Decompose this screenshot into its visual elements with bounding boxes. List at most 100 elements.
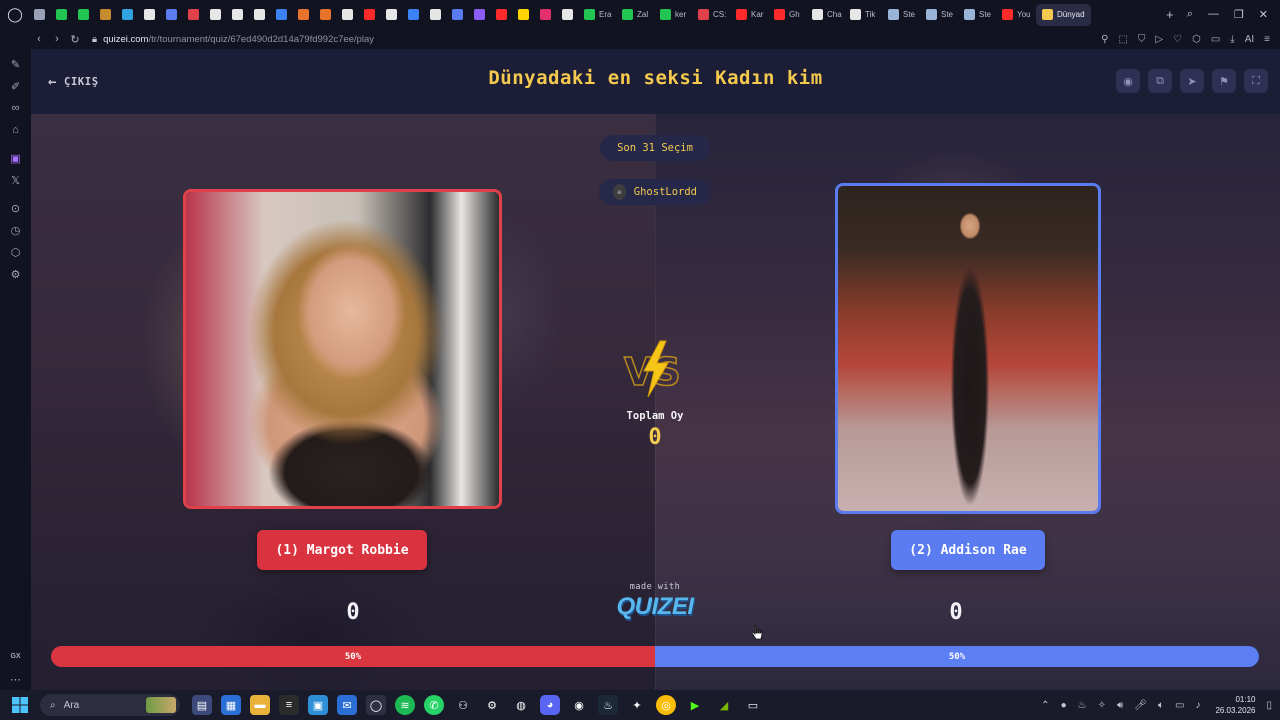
extensions-sidebar-icon[interactable]: ⬡ — [0, 241, 31, 263]
mod-icon[interactable]: ✐ — [0, 75, 31, 97]
pin-icon[interactable]: ⚲ — [1101, 34, 1108, 45]
browser-tab[interactable] — [316, 4, 338, 26]
tray-icon-1[interactable]: ● — [1061, 700, 1067, 711]
download-icon[interactable]: ⤓ — [1230, 34, 1234, 45]
steam-like-app-icon[interactable]: ⚙ — [482, 695, 502, 715]
settings-icon[interactable]: ⚙ — [0, 263, 31, 285]
option-card-right[interactable] — [835, 183, 1101, 514]
browser-tab[interactable] — [162, 4, 184, 26]
snapshot-icon[interactable]: ⬚ — [1118, 34, 1127, 45]
browser-tab[interactable] — [338, 4, 360, 26]
choose-left-button[interactable]: (1) Margot Robbie — [257, 530, 427, 570]
explorer-app-icon[interactable]: ▤ — [192, 695, 212, 715]
sound-icon[interactable]: ♪ — [1195, 700, 1200, 711]
app-icon-12[interactable]: ◉ — [569, 695, 589, 715]
tab-active[interactable]: Dünyad — [1036, 3, 1091, 26]
opera-menu-icon[interactable]: ◯ — [0, 0, 30, 29]
reload-button[interactable]: ↻ — [66, 33, 84, 46]
microphone-icon[interactable]: 🎤︎ — [1134, 700, 1147, 711]
browser-tab[interactable] — [404, 4, 426, 26]
app-icon-18[interactable]: ▭ — [743, 695, 763, 715]
flag-icon[interactable]: ⚑ — [1212, 69, 1236, 93]
forward-button[interactable]: › — [48, 33, 66, 45]
new-tab-button[interactable]: + — [1161, 7, 1179, 22]
quizei-logo[interactable]: QUIZEI — [605, 593, 705, 621]
heart-icon[interactable]: ♡ — [1173, 34, 1182, 45]
browser-tab[interactable] — [426, 4, 448, 26]
browser-tab[interactable]: Ste — [884, 4, 922, 26]
spotify-app-icon[interactable]: ≋ — [395, 695, 415, 715]
browser-tab[interactable] — [184, 4, 206, 26]
back-button[interactable]: ‹ — [30, 33, 48, 45]
creator-badge[interactable]: ☠ GhostLordd — [599, 179, 711, 205]
browser-tab[interactable]: Zal — [618, 4, 656, 26]
wallet-icon[interactable]: ▭ — [1211, 34, 1220, 45]
shield-icon[interactable]: ⛉ — [1138, 34, 1146, 45]
whatsapp-app-icon[interactable]: ✆ — [424, 695, 444, 715]
search-tabs-icon[interactable]: ⌕ — [1187, 8, 1193, 21]
browser-tab[interactable] — [470, 4, 492, 26]
browser-tab[interactable]: Ste — [922, 4, 960, 26]
tray-steam-icon[interactable]: ♨ — [1078, 700, 1087, 711]
browser-tab[interactable] — [536, 4, 558, 26]
ai-button[interactable]: AI — [1245, 34, 1254, 45]
history-icon[interactable]: ◷ — [0, 219, 31, 241]
widgets-app-icon[interactable]: ▦ — [221, 695, 241, 715]
play-icon[interactable]: ▷ — [1155, 34, 1163, 45]
store-app-icon[interactable]: ▣ — [308, 695, 328, 715]
taskbar-search[interactable]: ⌕ Ara — [40, 694, 180, 716]
browser-tab[interactable] — [206, 4, 228, 26]
browser-tab[interactable]: Era — [580, 4, 618, 26]
browser-tab[interactable]: Tik — [846, 4, 884, 26]
brush-icon[interactable]: ✎ — [0, 53, 31, 75]
eye-icon[interactable]: ◉ — [1116, 69, 1140, 93]
gx-corner-button[interactable]: GX — [10, 646, 20, 668]
player-icon[interactable]: ⊙ — [0, 197, 31, 219]
browser-tab[interactable] — [558, 4, 580, 26]
browser-tab[interactable]: Ste — [960, 4, 998, 26]
option-card-left[interactable] — [183, 189, 502, 509]
browser-tab[interactable] — [250, 4, 272, 26]
browser-tab[interactable] — [272, 4, 294, 26]
browser-tab[interactable] — [448, 4, 470, 26]
cake-icon[interactable]: ⌂ — [0, 119, 31, 141]
browser-tab[interactable]: You — [998, 4, 1036, 26]
chevron-up-icon[interactable]: ⌃ — [1041, 700, 1049, 711]
browser-tab[interactable]: Kar — [732, 4, 770, 26]
opera-gx-app-icon[interactable]: ◯ — [366, 695, 386, 715]
browser-tab[interactable]: Cha — [808, 4, 846, 26]
minimize-button[interactable]: — — [1208, 8, 1219, 21]
chrome-app-icon[interactable]: ◎ — [656, 695, 676, 715]
maximize-button[interactable]: ❐ — [1234, 8, 1244, 21]
volume-icon[interactable]: 🔊︎ — [1117, 700, 1123, 711]
twitch-icon[interactable]: ▣ — [0, 147, 31, 169]
display-icon[interactable]: ▭ — [1175, 700, 1184, 711]
browser-tab[interactable] — [96, 4, 118, 26]
app-icon-14[interactable]: ✦ — [627, 695, 647, 715]
browser-tab[interactable] — [492, 4, 514, 26]
share-icon[interactable]: ➤ — [1180, 69, 1204, 93]
notifications-icon[interactable]: ▯ — [1266, 700, 1272, 711]
more-icon[interactable]: ⋯ — [0, 668, 31, 690]
choose-right-button[interactable]: (2) Addison Rae — [891, 530, 1045, 570]
tray-icon-3[interactable]: ✧ — [1098, 700, 1106, 711]
file-explorer-icon[interactable]: ▬ — [250, 695, 270, 715]
copy-icon[interactable]: ⧉ — [1148, 69, 1172, 93]
steam-app-icon[interactable]: ♨ — [598, 695, 618, 715]
browser-tab[interactable] — [30, 4, 52, 26]
nvidia-app-icon[interactable]: ◢ — [714, 695, 734, 715]
browser-tab[interactable] — [118, 4, 140, 26]
speaker-icon[interactable]: 🔈︎ — [1158, 700, 1164, 711]
glasses-icon[interactable]: ∞ — [0, 97, 31, 119]
browser-tab[interactable] — [360, 4, 382, 26]
app-icon-8[interactable]: ⚇ — [453, 695, 473, 715]
browser-tab[interactable] — [52, 4, 74, 26]
browser-tab[interactable] — [74, 4, 96, 26]
browser-tab[interactable]: CS: — [694, 4, 732, 26]
extensions-icon[interactable]: ⬡ — [1192, 34, 1201, 45]
discord-app-icon[interactable]: ◕ — [540, 695, 560, 715]
browser-tab[interactable]: ker — [656, 4, 694, 26]
terminal-app-icon[interactable]: ≡ — [279, 695, 299, 715]
clock[interactable]: 01:10 26.03.2026 — [1211, 694, 1255, 716]
close-window-button[interactable]: ✕ — [1259, 8, 1268, 21]
